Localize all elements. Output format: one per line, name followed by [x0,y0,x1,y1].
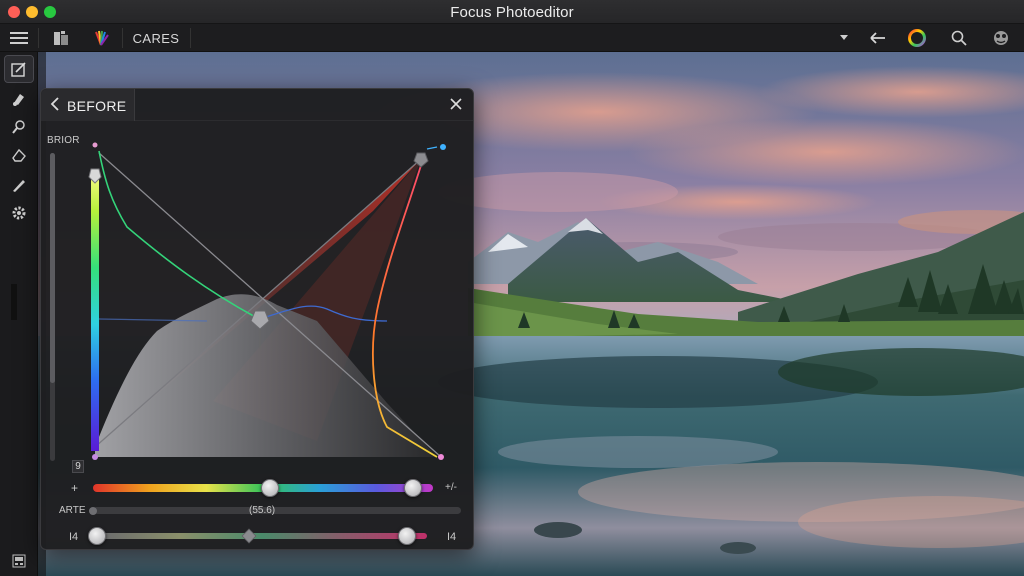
chevron-down-icon [840,35,848,40]
panel-header: BEFORE [41,89,473,121]
scrollbar-thumb[interactable] [50,153,55,383]
brush-tool[interactable] [5,86,33,112]
hue-slider-end-knob[interactable] [403,479,422,497]
app-title: Focus Photoeditor [450,4,574,21]
panel-title: BEFORE [67,98,127,114]
slider3-right-label: I4 [447,531,457,543]
slider3-left-label: I4 [69,531,79,543]
curves-graph[interactable] [87,141,447,467]
dropdown-button[interactable] [836,26,852,50]
arte-slider-knob[interactable] [89,507,97,515]
clone-tool[interactable] [5,114,33,140]
crop-edit-tool[interactable] [4,55,34,83]
eraser-icon [12,148,26,162]
rail-divider [11,284,17,320]
filmstrip-icon [12,554,26,568]
panel-scrollbar[interactable] [50,153,55,461]
slider2-value: (55.6) [249,505,276,516]
color-palette-button[interactable] [88,26,114,50]
title-bar: Focus Photoeditor [0,0,1024,24]
community-button[interactable] [988,26,1014,50]
library-button[interactable] [48,26,74,50]
undo-button[interactable] [866,26,890,50]
gear-icon [12,206,26,220]
edit-square-icon [11,62,26,77]
arte-slider-track[interactable] [93,507,461,514]
hue-slider-knob[interactable] [260,479,279,497]
range-slider-max-knob[interactable] [398,527,417,545]
graph-label: BRIOR [47,135,80,146]
color-wheel-icon [908,29,926,47]
toolbar: CARES [0,24,1024,52]
chevron-left-icon[interactable] [49,96,61,112]
clone-stamp-icon [12,120,25,134]
toolbar-divider [122,28,123,48]
search-button[interactable] [946,26,972,50]
preset-menu[interactable]: CARES [128,26,184,50]
color-fan-icon [95,30,109,46]
settings-tool[interactable] [5,200,33,226]
panel-tab-before[interactable]: BEFORE [41,89,135,121]
slider1-left-label: + [71,481,79,495]
filmstrip-tool[interactable] [5,548,33,574]
range-slider-mid-knob[interactable] [241,528,257,544]
curves-panel: BEFORE BRIOR 9 + +/- ARTE (55.6) I4 I4 [40,88,474,550]
pencil-tool[interactable] [5,172,33,198]
toolbar-divider [190,28,191,48]
hamburger-icon [10,32,28,44]
color-wheel-button[interactable] [904,26,930,50]
globe-icon [994,31,1008,45]
range-slider-min-knob[interactable] [88,527,106,545]
slider2-label: ARTE [59,505,86,516]
library-icon [54,31,68,45]
tool-rail [0,52,38,576]
arrow-left-icon [870,32,885,44]
toolbar-divider [38,28,39,48]
range-slider-track[interactable] [97,533,427,539]
eraser-tool[interactable] [5,142,33,168]
close-icon[interactable] [449,97,463,111]
value-box: 9 [72,460,84,473]
brush-icon [13,94,24,106]
slider1-right-label: +/- [445,482,457,493]
search-icon [951,30,967,46]
menu-button[interactable] [6,26,32,50]
pencil-icon [13,180,25,192]
